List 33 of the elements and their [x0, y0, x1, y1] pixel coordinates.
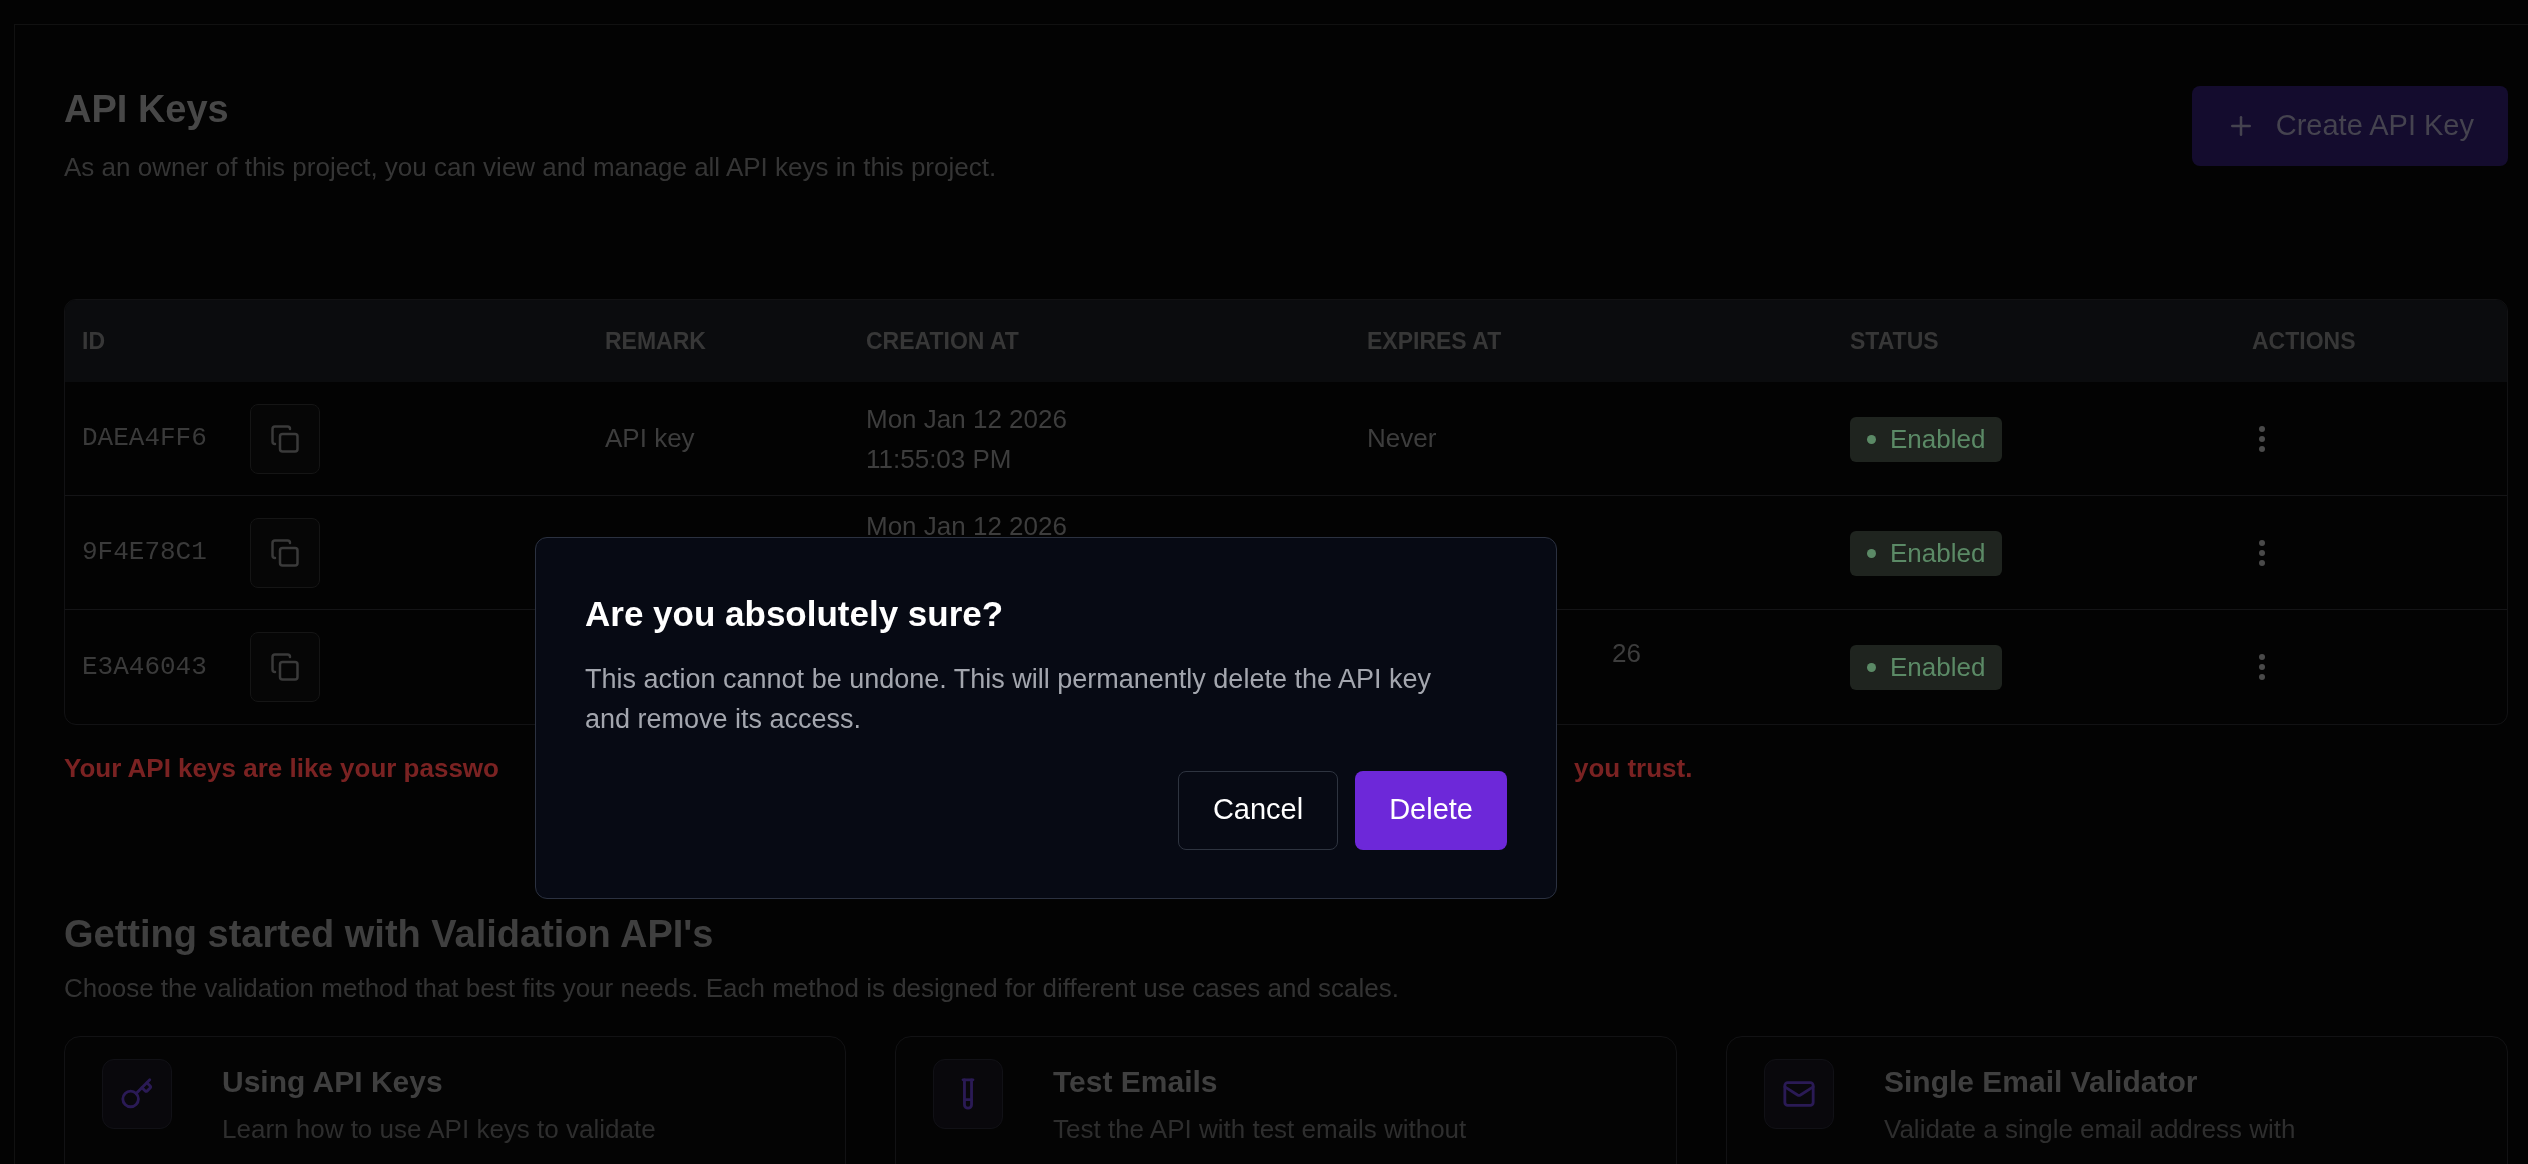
copy-icon: [270, 652, 300, 682]
copy-icon: [270, 423, 300, 454]
copy-button[interactable]: [250, 517, 320, 588]
expiry-date: 26: [1612, 638, 1641, 668]
page-title: API Keys: [64, 87, 230, 132]
copy-icon: [270, 537, 300, 568]
card-title: Single Email Validator: [1884, 1064, 2199, 1100]
more-icon: [2258, 653, 2266, 681]
delete-button[interactable]: Delete: [1355, 770, 1507, 850]
copy-button[interactable]: [250, 632, 320, 702]
more-icon: [2258, 538, 2266, 567]
section-title: Getting started with Validation API's: [64, 912, 715, 957]
creation-date: Mon Jan 12 2026: [866, 510, 1068, 543]
more-actions-button[interactable]: [2258, 538, 2266, 567]
key-icon: [120, 1077, 154, 1111]
status-badge: Enabled: [1850, 416, 2003, 462]
status-badge: Enabled: [1850, 645, 2003, 690]
status-badge: Enabled: [1850, 530, 2003, 576]
copy-button[interactable]: [250, 403, 320, 474]
dialog-title: Are you absolutely sure?: [585, 593, 1005, 635]
card-title: Test Emails: [1053, 1064, 1219, 1100]
more-actions-button[interactable]: [2258, 424, 2266, 453]
dialog-message: This action cannot be undone. This will permanently delete the API key and remove its access.: [585, 662, 1432, 736]
warning-text: Your API keys are like your passwo: [64, 753, 499, 783]
remark-text: API key: [605, 423, 695, 453]
warning-text: you trust.: [1574, 752, 1693, 785]
more-actions-button[interactable]: [2258, 653, 2266, 681]
card-title: Using API Keys: [222, 1064, 444, 1100]
creation-date: Mon Jan 12 2026: [866, 402, 1068, 436]
cancel-button[interactable]: Cancel: [1177, 770, 1339, 850]
more-icon: [2258, 424, 2266, 453]
creation-date: 11:55:03 PM: [866, 442, 1013, 476]
expiry-date: Never: [1367, 423, 1437, 453]
